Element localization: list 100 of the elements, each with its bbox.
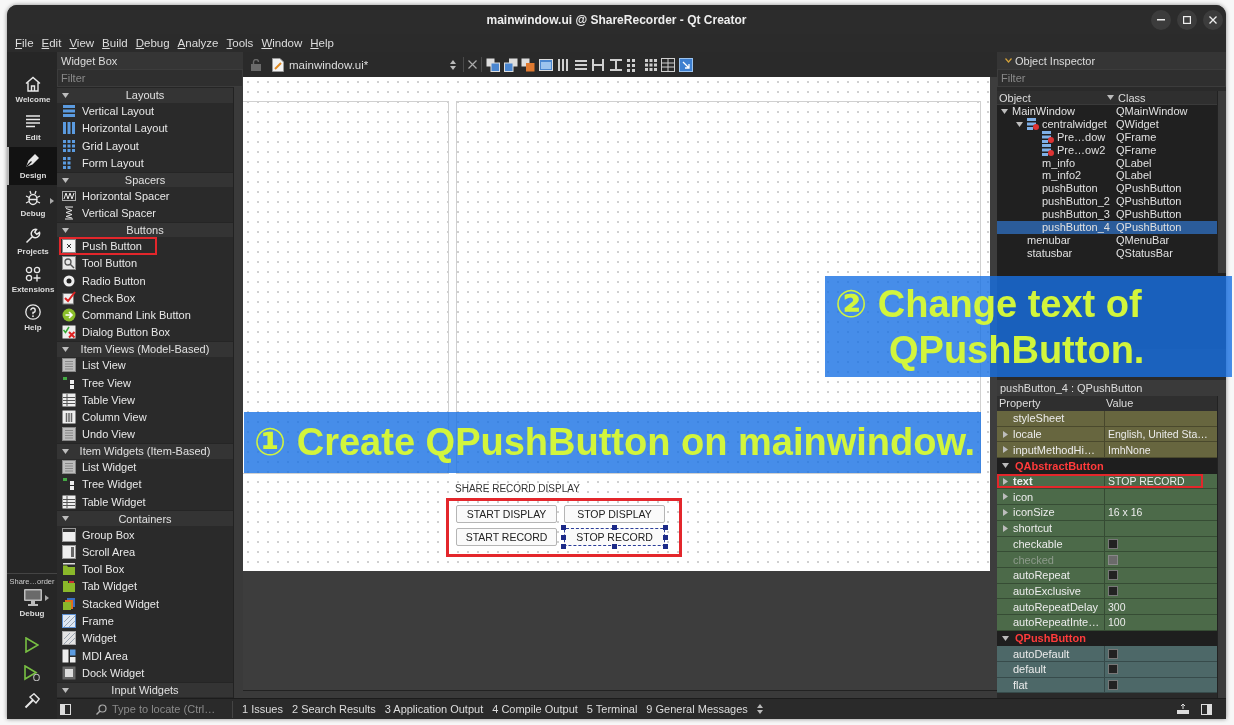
rows-icon[interactable] [573,57,588,72]
widget-item[interactable]: Form Layout [57,154,233,172]
bar-arrow-icon[interactable] [1177,704,1189,714]
minimize-button[interactable] [1151,9,1171,30]
form-button[interactable]: START DISPLAY [456,505,557,523]
widget-item[interactable]: Vertical Layout [57,102,233,120]
hammer-icon[interactable] [24,693,40,709]
menu-item[interactable]: View [65,34,99,52]
chevron-icon[interactable] [1005,58,1012,63]
window-icon[interactable] [538,57,553,72]
widget-item[interactable]: Horizontal Layout [57,119,233,138]
dot-grid-icon[interactable] [643,57,658,72]
table-icon[interactable] [661,57,675,72]
property-row[interactable]: iconSize 16 x 16 [997,505,1217,521]
overlapped-squares-icon[interactable] [503,57,518,72]
menu-item[interactable]: Edit [37,34,66,52]
menu-item[interactable]: Build [98,34,132,52]
column-header[interactable]: Object [997,91,1116,104]
menu-item[interactable]: Window [257,34,307,52]
widget-item[interactable]: List Widget [57,458,233,476]
menu-item[interactable]: File [11,34,38,52]
column-header[interactable]: Property [997,396,1104,411]
widget-item[interactable]: Group Box [57,525,233,544]
checkbox[interactable] [1108,585,1118,596]
caret-icon[interactable] [1001,107,1008,115]
mode-tab[interactable]: Debug [7,185,57,223]
document-selector[interactable]: mainwindow.ui* [269,55,459,74]
widget-item[interactable]: Stacked Widget [57,595,233,613]
widget-item[interactable]: Tree Widget [57,475,233,494]
tree-row[interactable]: m_info2 QLabel [997,169,1217,183]
tree-row[interactable]: pushButton_3 QPushButton [997,208,1217,221]
sidebar-toggle-icon[interactable] [1201,703,1212,715]
widget-item[interactable]: Horizontal Spacer [57,187,233,205]
column-header[interactable]: Value [1104,396,1217,411]
close-button[interactable] [1203,9,1223,30]
widget-item[interactable]: Tab Widget [57,577,233,596]
tree-row[interactable]: menubar QMenuBar [997,233,1217,247]
filter-field[interactable]: Filter [57,69,243,87]
widget-item[interactable]: Tree View [57,373,233,392]
widget-item[interactable]: Command Link Button [57,306,233,324]
form-button[interactable]: STOP DISPLAY [564,505,665,523]
close-icon[interactable] [468,60,477,69]
mode-tab[interactable]: Design [7,147,57,185]
tree-row[interactable]: Pre…ow2 QFrame [997,143,1217,157]
maximize-button[interactable] [1177,9,1197,30]
output-pane-tab[interactable]: 9 General Messages [646,703,748,715]
mode-tab[interactable]: Projects [7,223,57,261]
checkbox[interactable] [1108,538,1118,549]
tree-row[interactable]: m_info QLabel [997,156,1217,170]
selection-handle[interactable] [612,544,617,549]
menu-item[interactable]: Debug [131,34,174,52]
tree-row[interactable]: pushButton_4 QPushButton [997,221,1217,234]
property-row[interactable]: styleSheet [997,411,1217,427]
widget-item[interactable]: Table Widget [57,493,233,511]
property-row[interactable]: autoDefault [997,646,1217,662]
tree-row[interactable]: Pre…dow QFrame [997,130,1217,144]
category-header[interactable]: Layouts [57,87,233,103]
lock-icon[interactable] [251,58,261,71]
checkbox[interactable] [1108,680,1118,691]
resize-icon[interactable] [678,57,693,72]
widget-item[interactable]: Column View [57,408,233,426]
form-button[interactable]: START RECORD [456,528,557,546]
widget-item[interactable]: Dialog Button Box [57,323,233,342]
tree-row[interactable]: pushButton QPushButton [997,182,1217,196]
monitor-icon[interactable] [23,589,42,606]
widget-item[interactable]: Table View [57,391,233,409]
run-icon[interactable] [25,637,39,653]
scrollbar[interactable] [243,690,997,698]
tree-row[interactable]: centralwidget QWidget [997,117,1217,131]
widget-item[interactable]: MDI Area [57,647,233,665]
checkbox[interactable] [1108,664,1118,675]
widget-item[interactable]: Widget [57,629,233,647]
scrollbar[interactable] [1217,91,1226,273]
menu-item[interactable]: Tools [222,34,258,52]
caret-icon[interactable] [1016,120,1023,128]
split-horizontal-icon[interactable] [591,57,605,72]
checkbox[interactable] [1108,648,1118,659]
columns-icon[interactable] [556,57,570,72]
widget-item[interactable]: Check Box [57,289,233,307]
property-group-header[interactable]: QAbstractButton [997,458,1217,474]
output-pane-tab[interactable]: 5 Terminal [586,703,638,715]
category-header[interactable]: Item Widgets (Item-Based) [57,443,233,459]
overlapped-squares-icon[interactable] [521,57,535,72]
category-header[interactable]: Containers [57,510,233,526]
scrollbar[interactable] [233,87,243,698]
mode-tab[interactable]: Help [7,299,57,337]
category-header[interactable]: Item Views (Model-Based) [57,341,233,357]
property-row[interactable]: default [997,662,1217,678]
widget-item[interactable]: List View [57,356,233,374]
menu-item[interactable]: Analyze [173,34,223,52]
category-header[interactable]: Buttons [57,221,233,238]
form-button[interactable]: STOP RECORD [564,528,665,546]
output-pane-tab[interactable]: 1 Issues [242,703,283,715]
filter-field[interactable]: Filter [997,69,1226,87]
selection-handle[interactable] [612,525,617,530]
widget-item[interactable]: Tool Button [57,254,233,272]
column-header[interactable]: Class [1116,91,1146,104]
output-pane-tab[interactable]: 2 Search Results [291,703,376,715]
mode-tab[interactable]: Welcome [7,71,57,109]
locator-field[interactable]: Type to locate (Ctrl… [88,700,233,718]
